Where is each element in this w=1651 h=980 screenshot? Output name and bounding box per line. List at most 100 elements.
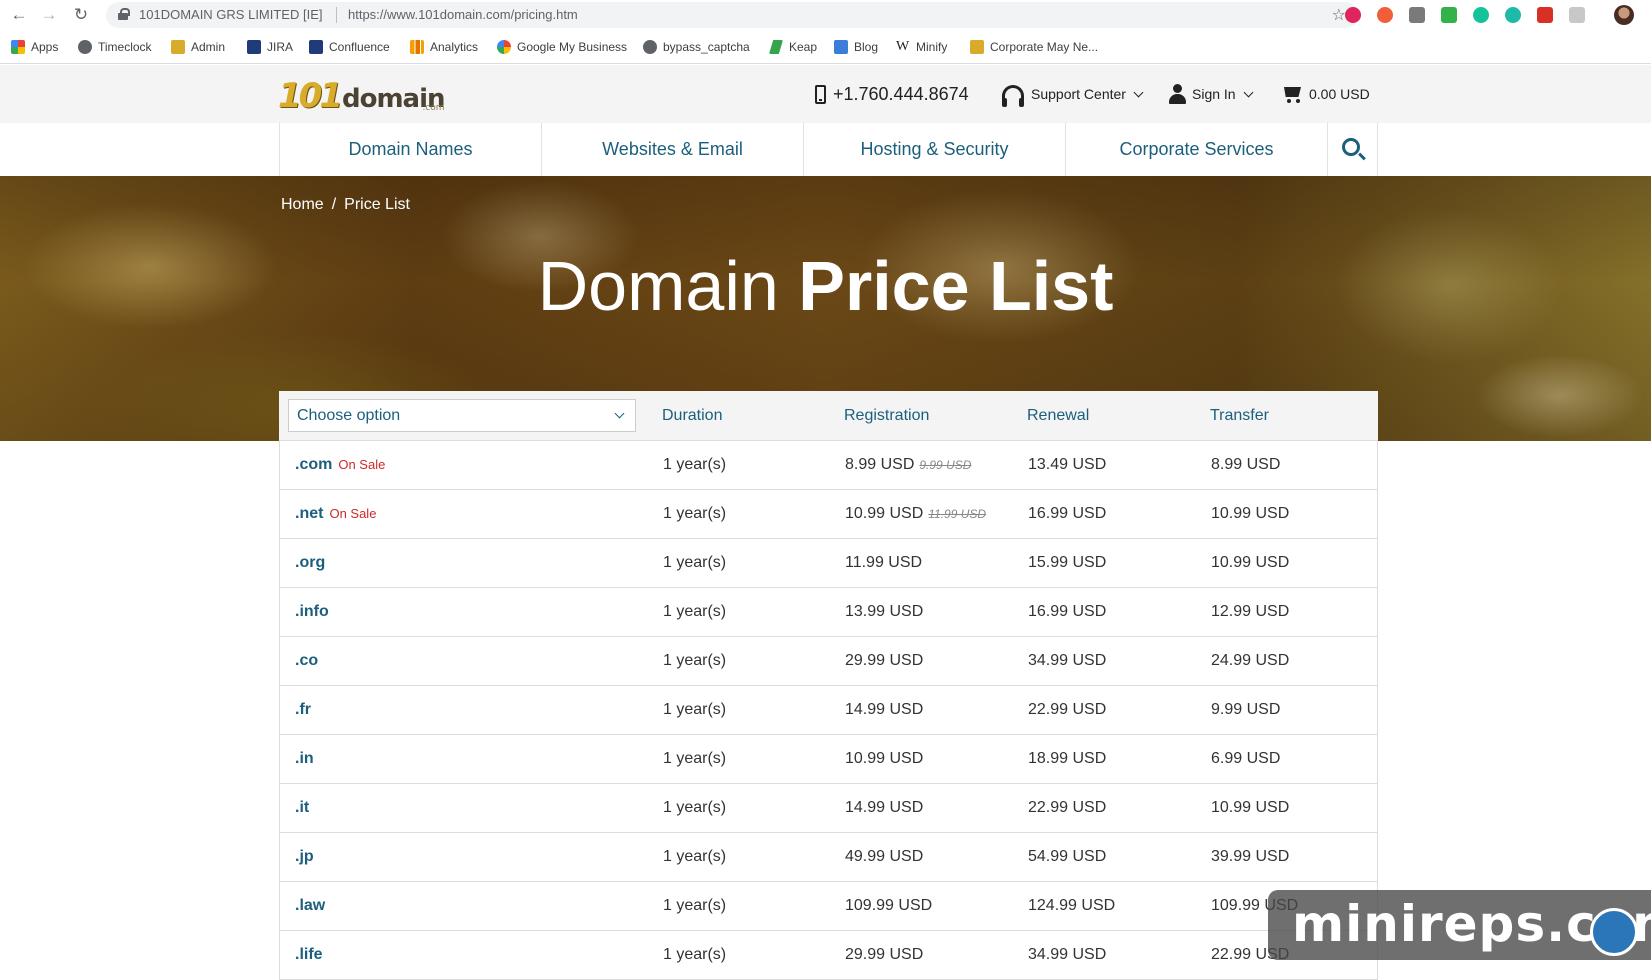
on-sale-badge: On Sale [329, 506, 377, 521]
bookmark-confluence[interactable]: Confluence [309, 39, 390, 55]
phone-link[interactable]: +1.760.444.8674 [815, 82, 969, 106]
bookmark-bypass-captcha[interactable]: bypass_captcha [643, 39, 750, 55]
table-row: .life 1 year(s) 29.99 USD 34.99 USD 22.99 US… [279, 931, 1378, 980]
registration-cell: 11.99 USD [845, 554, 923, 571]
table-row: .fr 1 year(s) 14.99 USD 22.99 USD 9.99 USD [279, 686, 1378, 735]
breadcrumb: Home / Price List [281, 196, 410, 214]
site-header: 101 domain .com +1.760.444.8674 Support C… [0, 65, 1651, 123]
user-icon [1168, 84, 1186, 104]
bookmark-blog[interactable]: Blog [834, 39, 878, 55]
duration-cell: 1 year(s) [663, 946, 727, 963]
forward-arrow-icon[interactable]: → [38, 4, 60, 26]
tab-hosting-security[interactable]: Hosting & Security [803, 123, 1065, 176]
chat-widget-button[interactable] [1590, 908, 1638, 956]
tld-link[interactable]: .fr [295, 701, 311, 719]
sign-in-dropdown[interactable]: Sign In [1168, 82, 1254, 106]
table-body: .com On Sale 1 year(s) 8.99 USD 9.99 USD 13.4… [279, 441, 1378, 980]
tld-link[interactable]: .jp [295, 848, 314, 866]
bookmark-google-my-business[interactable]: Google My Business [497, 39, 627, 55]
cart-icon [1280, 84, 1304, 104]
bookmark-keap[interactable]: Keap [769, 39, 817, 55]
extension-lastpass-icon[interactable] [1537, 7, 1553, 23]
registration-cell: 109.99 USD [845, 897, 933, 914]
breadcrumb-home[interactable]: Home [281, 196, 324, 214]
site-identity: 101DOMAIN GRS LIMITED [IE] [139, 7, 323, 22]
jira-icon [247, 40, 261, 54]
tld-link[interactable]: .life [295, 946, 323, 964]
browser-toolbar: ← → ↻ 101DOMAIN GRS LIMITED [IE] https:/… [0, 0, 1651, 30]
bookmark-timeclock[interactable]: Timeclock [78, 39, 152, 55]
extension-icon[interactable] [1441, 7, 1457, 23]
tld-link[interactable]: .co [295, 652, 318, 670]
extension-icon[interactable] [1569, 7, 1585, 23]
profile-avatar[interactable] [1614, 5, 1634, 25]
reload-icon[interactable]: ↻ [70, 4, 92, 26]
support-center-dropdown[interactable]: Support Center [1002, 82, 1144, 107]
header-renewal[interactable]: Renewal [1027, 391, 1089, 441]
extension-rocket-icon[interactable] [1377, 7, 1393, 23]
extension-camera-icon[interactable] [1409, 7, 1425, 23]
headset-icon [1002, 85, 1024, 107]
table-row: .in 1 year(s) 10.99 USD 18.99 USD 6.99 USD [279, 735, 1378, 784]
tab-domain-names[interactable]: Domain Names [279, 123, 541, 176]
duration-cell: 1 year(s) [663, 848, 727, 865]
table-row: .info 1 year(s) 13.99 USD 16.99 USD 12.99 US… [279, 588, 1378, 637]
logo[interactable]: 101 domain .com [278, 74, 446, 114]
google-icon [497, 40, 511, 54]
registration-cell: 8.99 USD 9.99 USD [845, 456, 972, 473]
transfer-cell: 39.99 USD [1211, 848, 1290, 865]
bookmark-analytics[interactable]: Analytics [410, 39, 478, 55]
analytics-icon [410, 40, 424, 54]
back-arrow-icon[interactable]: ← [8, 4, 30, 26]
tld-filter-select[interactable]: Choose option [288, 399, 636, 432]
renewal-cell: 15.99 USD [1028, 554, 1107, 571]
bookmark-admin[interactable]: Admin [171, 39, 225, 55]
bookmark-star-icon[interactable]: ☆ [1332, 5, 1346, 25]
registration-cell: 14.99 USD [845, 701, 924, 718]
header-duration[interactable]: Duration [662, 391, 722, 441]
cart-link[interactable]: 0.00 USD [1280, 82, 1370, 106]
tld-link[interactable]: .law [295, 897, 325, 915]
transfer-cell: 6.99 USD [1211, 750, 1281, 767]
transfer-cell: 9.99 USD [1211, 701, 1281, 718]
tab-corporate-services[interactable]: Corporate Services [1065, 123, 1327, 176]
on-sale-badge: On Sale [338, 457, 386, 472]
duration-cell: 1 year(s) [663, 652, 727, 669]
header-transfer[interactable]: Transfer [1210, 391, 1269, 441]
tld-link[interactable]: .org [295, 554, 325, 572]
renewal-cell: 54.99 USD [1028, 848, 1107, 865]
renewal-cell: 16.99 USD [1028, 603, 1107, 620]
duration-cell: 1 year(s) [663, 456, 727, 473]
keap-icon [769, 40, 783, 54]
tld-link[interactable]: .info [295, 603, 329, 621]
tld-link[interactable]: .com On Sale [295, 456, 385, 474]
url-text[interactable]: https://www.101domain.com/pricing.htm [348, 7, 578, 22]
renewal-cell: 13.49 USD [1028, 456, 1107, 473]
registration-cell: 29.99 USD [845, 652, 924, 669]
breadcrumb-current: Price List [344, 196, 410, 213]
renewal-cell: 124.99 USD [1028, 897, 1116, 914]
header-registration[interactable]: Registration [844, 391, 929, 441]
extension-icon[interactable] [1345, 7, 1361, 23]
page-title: Domain Price List [537, 247, 1114, 325]
tld-link[interactable]: .net On Sale [295, 505, 376, 523]
registration-cell: 10.99 USD 11.99 USD [845, 505, 987, 522]
transfer-cell: 24.99 USD [1211, 652, 1290, 669]
tab-websites-email[interactable]: Websites & Email [541, 123, 803, 176]
extension-m-icon[interactable] [1505, 7, 1521, 23]
search-button[interactable] [1327, 123, 1378, 176]
table-row: .co 1 year(s) 29.99 USD 34.99 USD 24.99 USD [279, 637, 1378, 686]
address-bar[interactable]: 101DOMAIN GRS LIMITED [IE] https://www.1… [106, 2, 1358, 28]
table-header: Choose option Duration Registration Rene… [279, 391, 1378, 441]
bookmark-jira[interactable]: JIRA [247, 39, 293, 55]
duration-cell: 1 year(s) [663, 799, 727, 816]
grammarly-icon[interactable] [1473, 7, 1489, 23]
bookmark-minify[interactable]: W Minify [896, 39, 947, 55]
bookmark-apps[interactable]: Apps [11, 39, 58, 55]
main-nav: Domain Names Websites & Email Hosting & … [0, 123, 1651, 176]
bookmark-corporate[interactable]: Corporate May Ne... [970, 39, 1098, 55]
renewal-cell: 34.99 USD [1028, 946, 1107, 963]
table-row: .law 1 year(s) 109.99 USD 124.99 USD 109.99 … [279, 882, 1378, 931]
tld-link[interactable]: .it [295, 799, 309, 817]
tld-link[interactable]: .in [295, 750, 314, 768]
